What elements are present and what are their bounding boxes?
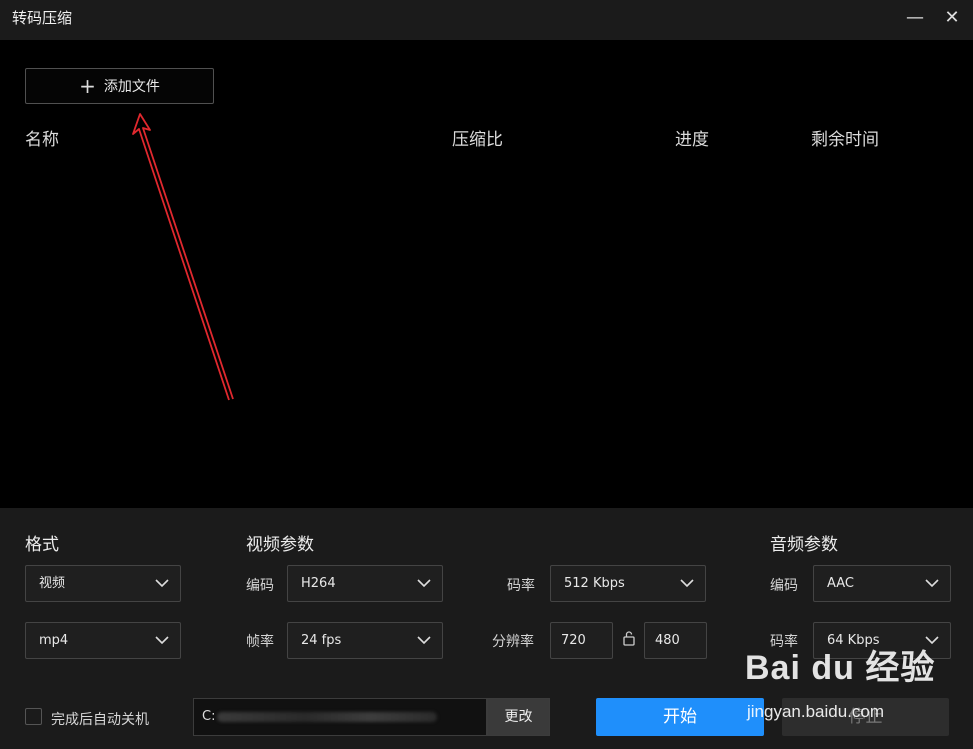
column-name: 名称 [25,130,59,150]
format-container-select[interactable]: mp4 [25,622,181,659]
chevron-down-icon [155,579,169,588]
add-file-button[interactable]: + 添加文件 [25,68,214,104]
window-title: 转码压缩 [12,9,73,27]
resolution-height-input[interactable]: 480 [644,622,707,659]
audio-codec-label: 编码 [770,578,798,594]
column-progress: 进度 [675,130,709,150]
chevron-down-icon [680,579,694,588]
blurred-path [217,711,438,722]
format-container-value: mp4 [39,633,69,648]
minimize-button[interactable]: — [903,6,927,30]
column-compression-ratio: 压缩比 [452,130,503,150]
video-codec-select[interactable]: H264 [287,565,443,602]
output-path-field[interactable]: C: [193,698,487,736]
plus-icon: + [79,74,96,98]
format-section-title: 格式 [25,535,59,555]
audio-bitrate-select[interactable]: 64 Kbps [813,622,951,659]
change-path-button[interactable]: 更改 [487,698,550,736]
stop-button[interactable]: 停止 [782,698,949,736]
close-button[interactable]: ✕ [940,6,964,30]
chevron-down-icon [417,579,431,588]
format-type-value: 视频 [39,576,66,591]
video-framerate-select[interactable]: 24 fps [287,622,443,659]
output-path-prefix: C: [202,709,216,724]
chevron-down-icon [417,636,431,645]
video-bitrate-select[interactable]: 512 Kbps [550,565,706,602]
format-type-select[interactable]: 视频 [25,565,181,602]
audio-bitrate-value: 64 Kbps [827,633,880,648]
audio-codec-select[interactable]: AAC [813,565,951,602]
video-bitrate-value: 512 Kbps [564,576,625,591]
audio-codec-value: AAC [827,576,854,591]
unlock-icon[interactable] [622,630,636,646]
video-codec-value: H264 [301,576,336,591]
audio-bitrate-label: 码率 [770,634,798,650]
video-framerate-label: 帧率 [246,634,274,650]
video-params-section-title: 视频参数 [246,535,314,555]
video-resolution-label: 分辨率 [492,634,534,650]
add-file-label: 添加文件 [103,79,160,95]
video-bitrate-label: 码率 [507,578,535,594]
video-framerate-value: 24 fps [301,633,342,648]
audio-params-section-title: 音频参数 [770,535,838,555]
auto-shutdown-label[interactable]: 完成后自动关机 [51,709,149,729]
chevron-down-icon [925,579,939,588]
column-time-remaining: 剩余时间 [811,130,879,150]
chevron-down-icon [925,636,939,645]
auto-shutdown-checkbox[interactable] [25,708,42,725]
resolution-width-input[interactable]: 720 [550,622,613,659]
video-codec-label: 编码 [246,578,274,594]
chevron-down-icon [155,636,169,645]
title-bar: 转码压缩 — ✕ [0,0,973,40]
start-button[interactable]: 开始 [596,698,764,736]
